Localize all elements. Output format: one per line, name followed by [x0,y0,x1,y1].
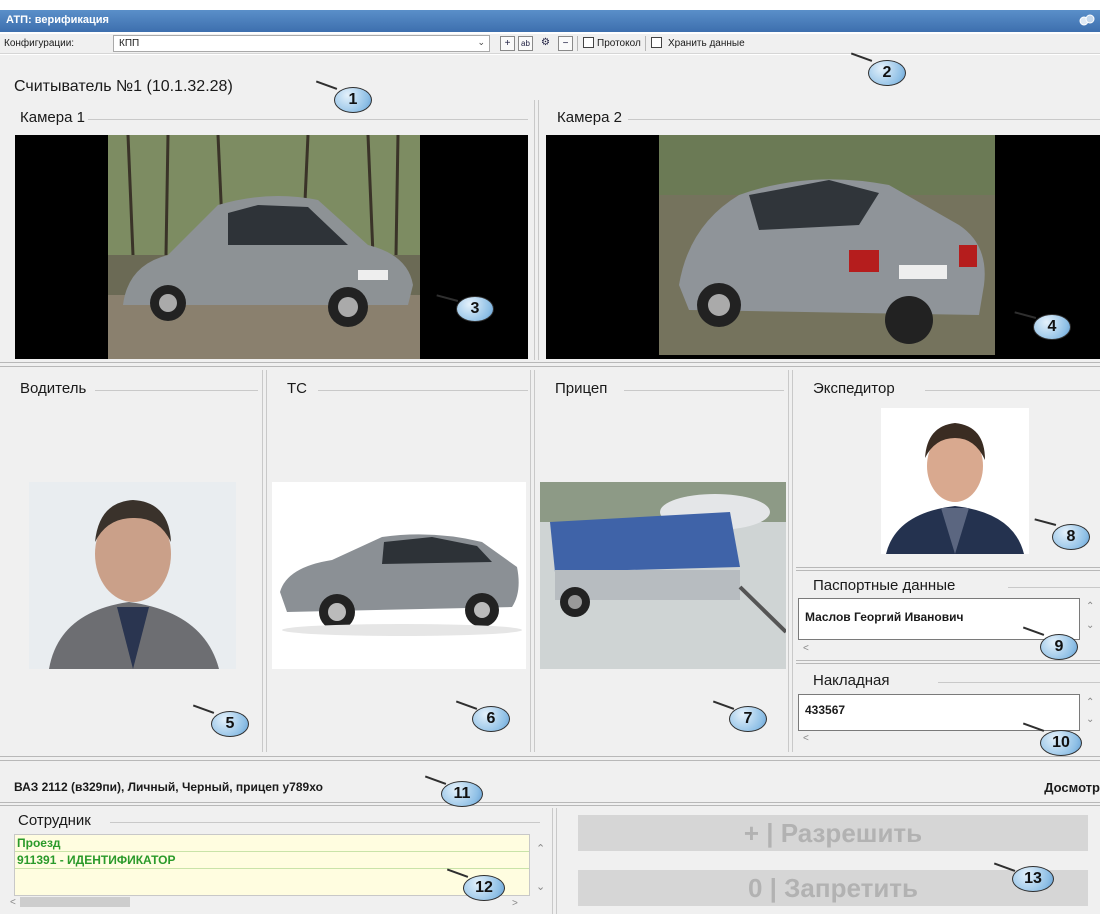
chevron-down-icon: ⌄ [477,37,485,47]
window-titlebar: АТП: верификация [0,10,1100,32]
chevron-left-icon[interactable]: < [803,733,809,744]
callout-badge: 5 [211,711,249,737]
protocol-checkbox[interactable] [583,37,594,48]
window-title: АТП: верификация [6,14,109,26]
driver-portrait [29,482,236,669]
callout-badge: 9 [1040,634,1078,660]
toolbar: Конфигурации: КПП ⌄ + ab ⚙ − Протокол Хр… [0,34,1100,54]
toolbar-separator [645,36,646,51]
staff-label: Сотрудник [18,812,91,829]
invoice-field[interactable]: 433567 [798,694,1080,731]
chevron-up-icon[interactable]: ⌃ [536,842,545,855]
trailer-photo [540,482,786,669]
camera1-view[interactable] [15,135,528,359]
vehicle-photo [272,482,526,669]
allow-button[interactable]: + | Разрешить [578,815,1088,851]
callout-badge: 4 [1033,314,1071,340]
store-data-checkbox[interactable] [651,37,662,48]
trailer-image [540,482,786,669]
passport-value: Маслов Георгий Иванович [805,610,964,624]
vehicle-image [272,482,526,669]
add-config-icon[interactable]: + [500,36,515,51]
vehicle-label: ТС [287,380,307,397]
inspection-status: Досмотр [1044,780,1100,795]
passport-label: Паспортные данные [813,577,956,594]
chevron-up-icon[interactable]: ⌃ [1086,601,1094,612]
callout-badge: 8 [1052,524,1090,550]
camera2-image [659,135,995,355]
settings-icon[interactable]: ⚙ [538,36,553,51]
remove-config-icon[interactable]: − [558,36,573,51]
forwarder-portrait [881,408,1029,554]
callout-badge: 10 [1040,730,1082,756]
list-item[interactable]: 911391 - ИДЕНТИФИКАТОР [15,852,529,869]
chevron-down-icon[interactable]: ⌄ [1086,620,1094,631]
driver-label: Водитель [20,380,87,397]
callout-badge: 13 [1012,866,1054,892]
callout-badge: 2 [868,60,906,86]
camera1-image [108,135,420,359]
callout-badge: 7 [729,706,767,732]
chevron-right-icon[interactable]: > [512,898,518,909]
config-label: Конфигурации: [4,38,75,49]
toolbar-separator [577,36,578,51]
reader-title: Считыватель №1 (10.1.32.28) [14,78,233,95]
forwarder-label: Экспедитор [813,380,895,397]
vehicle-summary: ВАЗ 2112 (в329пи), Личный, Черный, прице… [14,780,323,794]
invoice-value: 433567 [805,703,846,717]
invoice-label: Накладная [813,672,890,689]
camera2-label: Камера 2 [557,109,622,126]
driver-photo [29,482,236,669]
horizontal-scrollbar[interactable] [20,897,130,907]
chevron-left-icon[interactable]: < [803,643,809,654]
callout-badge: 1 [334,87,372,113]
list-item[interactable]: Проезд [15,835,529,852]
callout-badge: 3 [456,296,494,322]
trailer-label: Прицеп [555,380,608,397]
config-select[interactable]: КПП ⌄ [113,35,490,52]
callout-badge: 6 [472,706,510,732]
callout-badge: 12 [463,875,505,901]
chevron-down-icon[interactable]: ⌄ [1086,714,1094,725]
app-icon [1079,14,1095,26]
chevron-up-icon[interactable]: ⌃ [1086,697,1094,708]
callout-badge: 11 [441,781,483,807]
staff-list[interactable]: Проезд 911391 - ИДЕНТИФИКАТОР [14,834,530,896]
chevron-left-icon[interactable]: < [10,897,16,908]
camera1-label: Камера 1 [20,109,85,126]
camera2-view[interactable] [546,135,1100,359]
config-value: КПП [119,38,140,49]
rename-config-icon[interactable]: ab [518,36,533,51]
passport-field[interactable]: Маслов Георгий Иванович [798,598,1080,640]
protocol-label: Протокол [597,38,641,49]
chevron-down-icon[interactable]: ⌄ [536,880,545,893]
store-data-label: Хранить данные [668,38,745,49]
forwarder-photo [881,408,1029,554]
